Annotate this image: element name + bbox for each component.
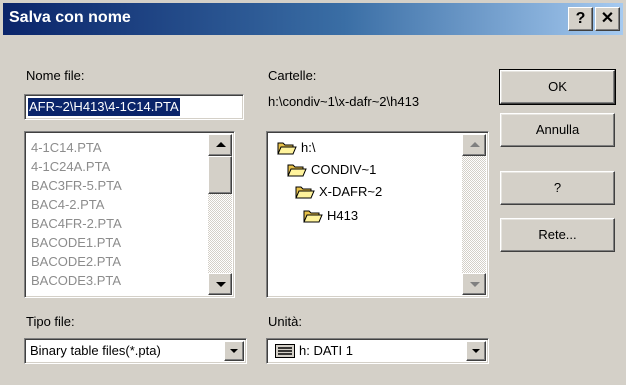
- scroll-down-icon: [470, 282, 480, 287]
- scroll-up-icon: [216, 142, 226, 147]
- help-button[interactable]: ?: [568, 7, 593, 31]
- file-list-item[interactable]: BACODE1.PTA: [31, 233, 122, 252]
- open-folder-icon: [287, 164, 307, 177]
- file-type-label: Tipo file:: [26, 314, 75, 329]
- close-button[interactable]: ✕: [595, 7, 620, 31]
- network-button[interactable]: Rete...: [500, 218, 615, 252]
- file-name-input[interactable]: AFR~2\H413\4-1C14.PTA: [24, 94, 244, 120]
- drive-value: h: DATI 1: [299, 343, 353, 358]
- title-bar[interactable]: Salva con nome ? ✕: [3, 3, 623, 35]
- file-type-value: Binary table files(*.pta): [30, 343, 161, 358]
- scroll-down-button[interactable]: [462, 273, 486, 295]
- file-list-items: 4-1C14.PTA 4-1C24A.PTA BAC3FR-5.PTA BAC4-2.…: [31, 138, 122, 290]
- folders-label: Cartelle:: [268, 68, 317, 83]
- current-path: h:\condiv~1\x-dafr~2\h413: [268, 94, 420, 109]
- ok-button[interactable]: OK: [499, 69, 616, 105]
- save-as-dialog: Salva con nome ? ✕ Nome file: AFR~2\H413…: [0, 0, 626, 385]
- drive-select[interactable]: h: DATI 1: [266, 338, 489, 364]
- open-folder-icon: [295, 186, 315, 199]
- cancel-button[interactable]: Annulla: [500, 113, 615, 147]
- file-type-dropdown-button[interactable]: [224, 341, 244, 361]
- file-list[interactable]: 4-1C14.PTA 4-1C24A.PTA BAC3FR-5.PTA BAC4-2.…: [24, 131, 235, 298]
- file-name-label: Nome file:: [26, 68, 85, 83]
- folder-list-scrollbar[interactable]: [462, 134, 486, 295]
- help-question-button[interactable]: ?: [500, 171, 615, 205]
- drive-dropdown-button[interactable]: [466, 341, 486, 361]
- open-folder-icon: [303, 210, 323, 223]
- folder-list[interactable]: h:\ CONDIV~1 X-DAFR~2 H413: [266, 131, 489, 298]
- file-type-select[interactable]: Binary table files(*.pta): [24, 338, 247, 364]
- scroll-down-button[interactable]: [208, 273, 232, 295]
- file-list-item[interactable]: 4-1C24A.PTA: [31, 157, 122, 176]
- open-folder-icon: [277, 142, 297, 155]
- file-list-item[interactable]: BACODE2.PTA: [31, 252, 122, 271]
- scroll-up-icon: [470, 142, 480, 147]
- folder-item-label: X-DAFR~2: [319, 184, 383, 199]
- drive-label: Unità:: [268, 314, 302, 329]
- scroll-up-button[interactable]: [208, 134, 232, 156]
- drive-icon: [275, 344, 295, 358]
- file-list-item[interactable]: BAC3FR-5.PTA: [31, 176, 122, 195]
- window-title: Salva con nome: [9, 9, 131, 26]
- file-list-item[interactable]: BAC4FR-2.PTA: [31, 214, 122, 233]
- chevron-down-icon: [472, 349, 480, 353]
- file-list-item[interactable]: BACODE3.PTA: [31, 271, 122, 290]
- close-icon: ✕: [600, 10, 615, 27]
- file-list-item[interactable]: BAC4-2.PTA: [31, 195, 122, 214]
- folder-item-label: h:\: [301, 140, 316, 155]
- scroll-down-icon: [216, 282, 226, 287]
- file-list-item[interactable]: 4-1C14.PTA: [31, 138, 122, 157]
- scroll-up-button[interactable]: [462, 134, 486, 156]
- folder-item-label: CONDIV~1: [311, 162, 377, 177]
- file-list-scrollbar[interactable]: [208, 134, 232, 295]
- folder-item-label: H413: [327, 208, 359, 223]
- chevron-down-icon: [230, 349, 238, 353]
- scroll-thumb[interactable]: [208, 156, 232, 194]
- file-name-value: AFR~2\H413\4-1C14.PTA: [28, 98, 180, 116]
